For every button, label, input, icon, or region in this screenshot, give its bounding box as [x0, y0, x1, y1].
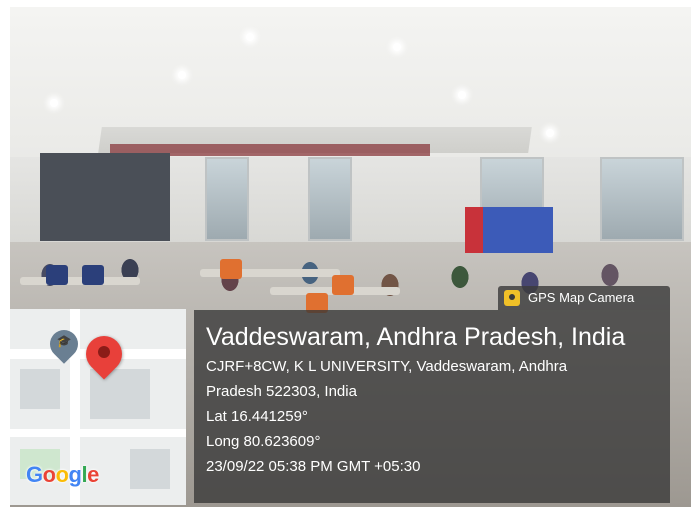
- google-logo: Google: [26, 462, 99, 487]
- gps-map-camera-icon: [504, 290, 520, 306]
- map-road: [10, 429, 186, 437]
- map-block: [90, 369, 150, 419]
- table: [20, 277, 140, 285]
- location-info-panel: Vaddeswaram, Andhra Pradesh, India CJRF+…: [194, 310, 670, 503]
- ceiling-light: [246, 33, 254, 41]
- wall-panel: [40, 153, 170, 241]
- gps-map-camera-badge: GPS Map Camera: [498, 286, 670, 310]
- ceiling-light: [458, 91, 466, 99]
- window: [308, 157, 352, 241]
- location-title: Vaddeswaram, Andhra Pradesh, India: [206, 323, 626, 351]
- ceiling-light: [546, 129, 554, 137]
- chair: [332, 275, 354, 295]
- address-line-1: CJRF+8CW, K L UNIVERSITY, Vaddeswaram, A…: [206, 358, 568, 375]
- banner: [46, 265, 68, 285]
- latitude: Lat 16.441259°: [206, 408, 308, 425]
- ceiling-light: [50, 99, 58, 107]
- address-line-2: Pradesh 522303, India: [206, 383, 357, 400]
- ceiling-light: [178, 71, 186, 79]
- badge-label: GPS Map Camera: [528, 290, 635, 305]
- window: [600, 157, 684, 241]
- location-pin-dot: [98, 346, 110, 358]
- window: [205, 157, 249, 241]
- longitude: Long 80.623609°: [206, 433, 321, 450]
- ceiling-light: [393, 43, 401, 51]
- graduation-cap-icon: 🎓: [56, 334, 72, 348]
- map-block: [20, 369, 60, 409]
- timestamp: 23/09/22 05:38 PM GMT +05:30: [206, 458, 421, 475]
- chair: [220, 259, 242, 279]
- banner: [82, 265, 104, 285]
- map-block: [130, 449, 170, 489]
